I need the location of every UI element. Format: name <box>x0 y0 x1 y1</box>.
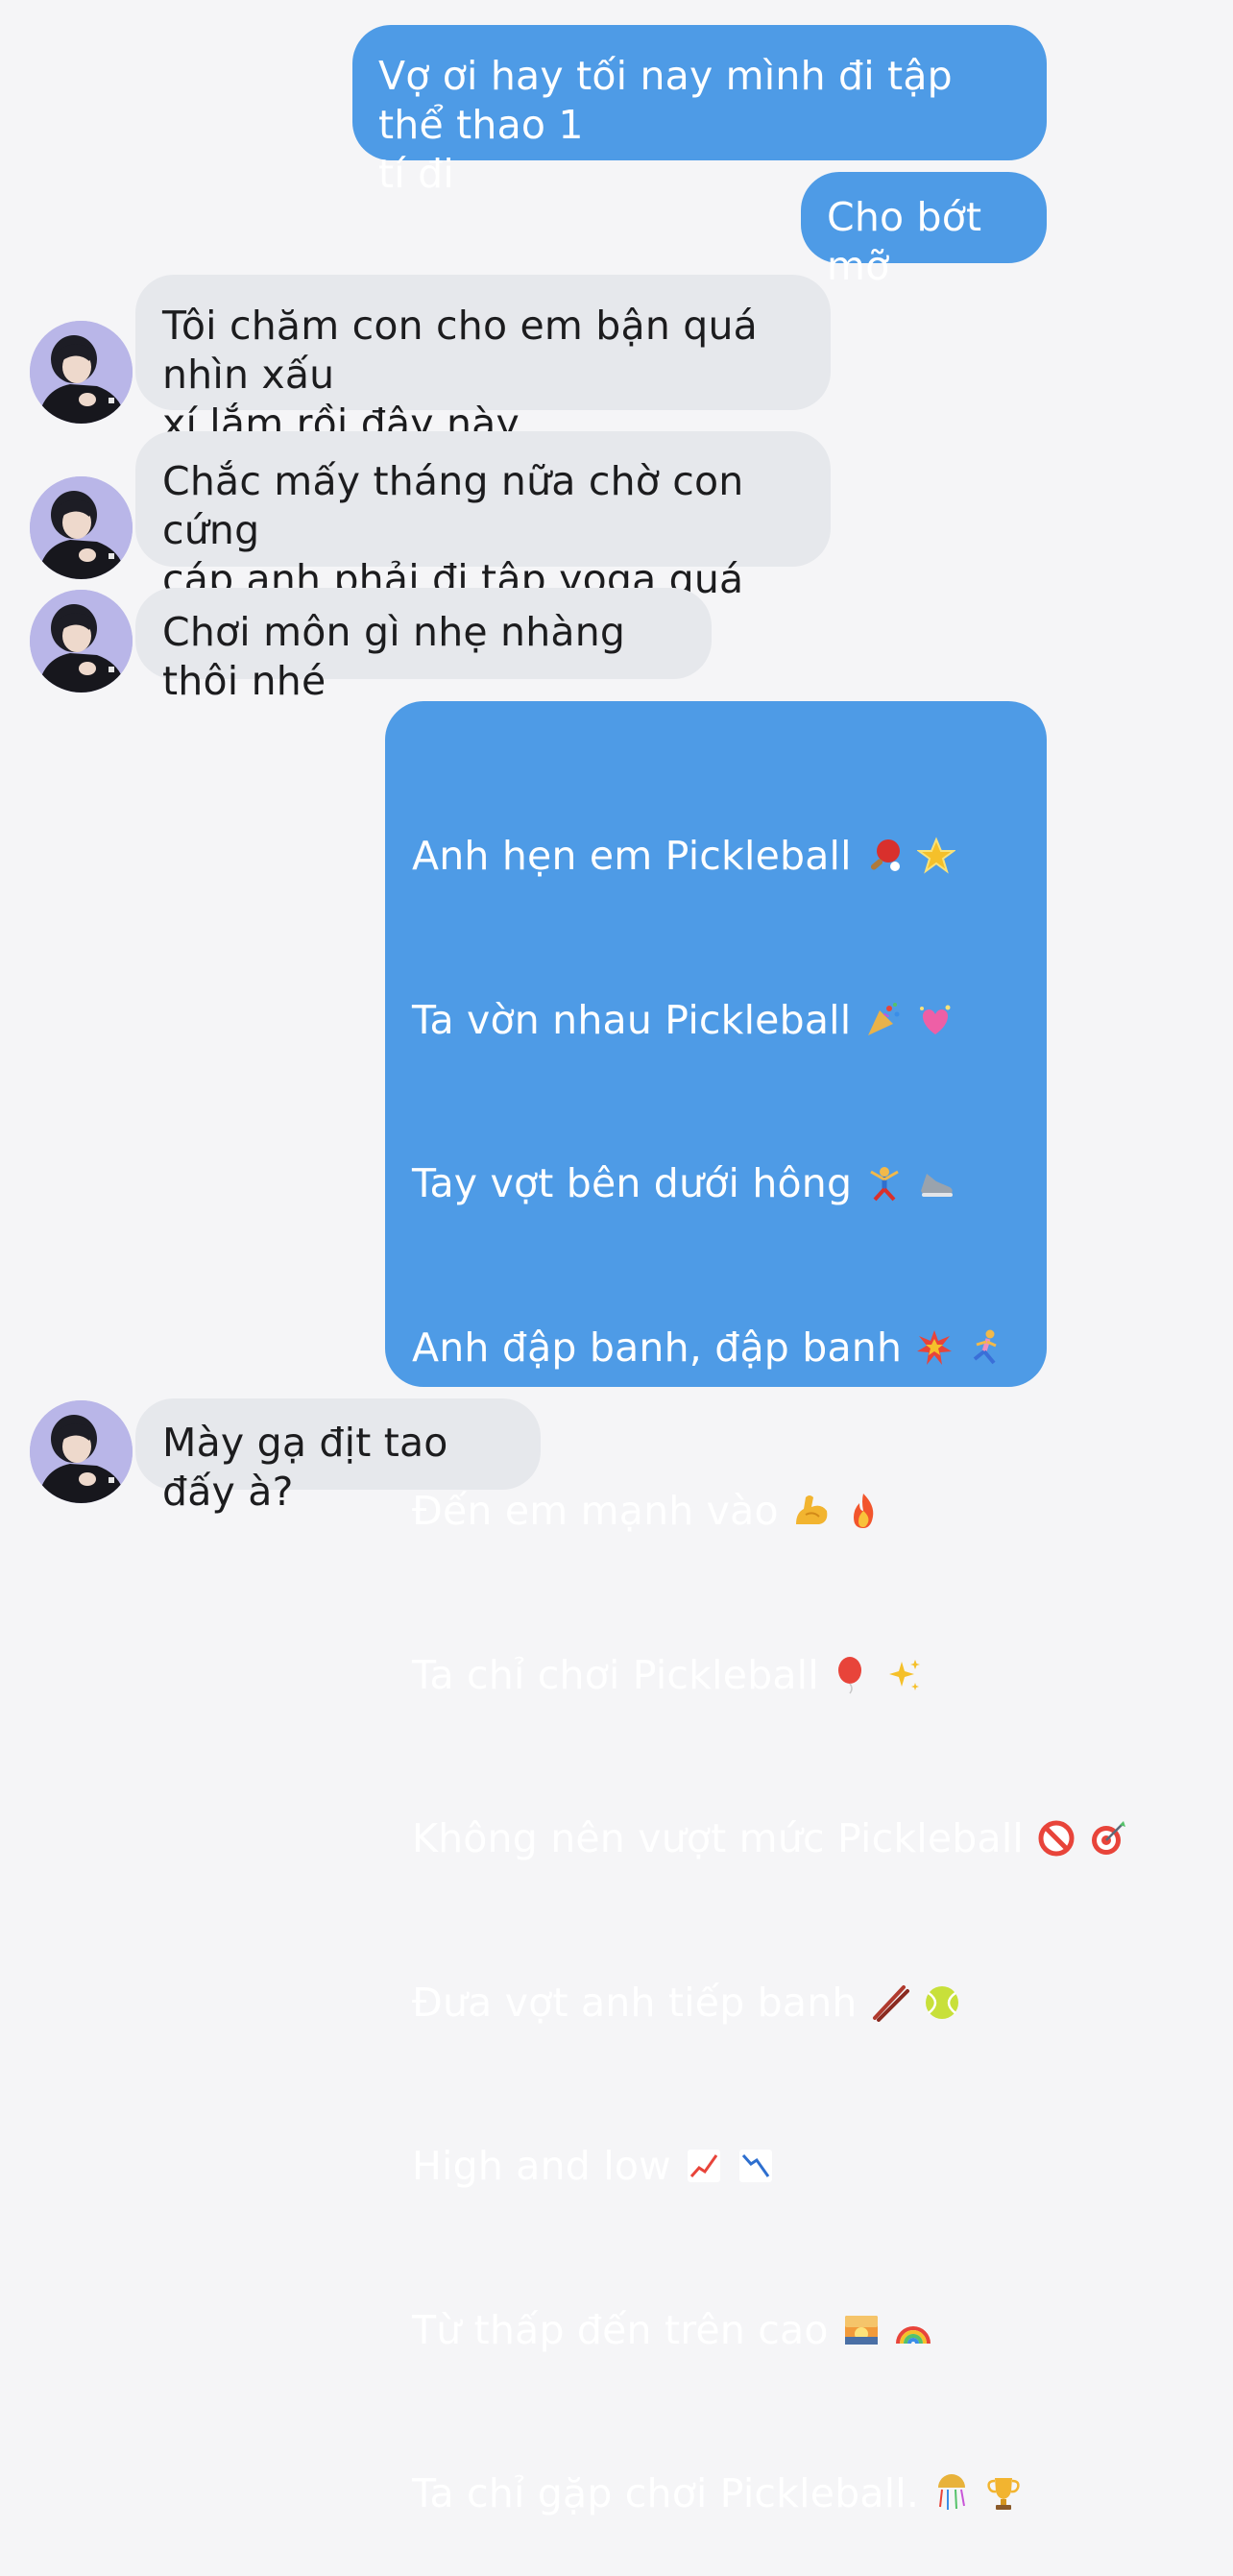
rainbow-icon <box>894 2311 932 2349</box>
sparkles-icon <box>884 1656 923 1694</box>
avatar[interactable] <box>30 476 133 579</box>
song-line-text: High and low <box>412 2143 671 2189</box>
song-line-text: Tay vợt bên dưới hông <box>412 1160 853 1206</box>
avatar[interactable] <box>30 1400 133 1503</box>
song-line-text: Anh hẹn em Pickleball <box>412 833 852 879</box>
person-running-icon <box>967 1328 1005 1367</box>
running-shoe-icon <box>917 1164 955 1203</box>
song-line-text: Anh đập banh, đập banh <box>412 1324 903 1371</box>
trophy-icon <box>984 2474 1023 2513</box>
confetti-ball-icon <box>932 2474 971 2513</box>
song-line: Anh hẹn em Pickleball <box>412 823 1028 889</box>
song-line: High and low <box>412 2133 1028 2199</box>
message-bubble-outgoing-song[interactable]: Anh hẹn em Pickleball Ta vờn nhau Pickle… <box>385 701 1126 2516</box>
song-line-text: Từ thấp đến trên cao <box>412 2306 829 2353</box>
message-bubble-outgoing[interactable]: Vợ ơi hay tối nay mình đi tập thể thao 1… <box>352 25 1047 197</box>
song-line: Anh đập banh, đập banh <box>412 1315 1028 1381</box>
song-line-text: Ta chỉ gặp chơi Pickleball. <box>412 2470 920 2516</box>
song-line-text: Ta vờn nhau Pickleball <box>412 996 852 1043</box>
song-line-text: Đưa vợt anh tiếp banh <box>412 1979 858 2026</box>
avatar[interactable] <box>30 590 133 693</box>
message-bubble-incoming[interactable]: Mày gạ địt tao đấy à? <box>135 1398 541 1515</box>
tennis-ball-icon <box>923 1983 961 2022</box>
song-line: Từ thấp đến trên cao <box>412 2297 1028 2364</box>
song-line: Ta chỉ gặp chơi Pickleball. <box>412 2461 1028 2527</box>
chart-decreasing-icon <box>737 2147 775 2185</box>
chopsticks-icon <box>871 1983 909 2022</box>
sparkling-heart-icon <box>916 1001 955 1039</box>
no-entry-sign-icon <box>1037 1819 1076 1858</box>
song-line: Tay vợt bên dưới hông <box>412 1151 1028 1217</box>
message-bubble-incoming[interactable]: Chắc mấy tháng nữa chờ con cứng cáp anh … <box>135 431 831 602</box>
song-line-text: Không nên vượt mức Pickleball <box>412 1815 1025 1861</box>
song-line-text: Ta chỉ chơi Pickleball <box>412 1651 819 1698</box>
person-cartwheeling-icon <box>865 1164 904 1203</box>
direct-hit-icon <box>1089 1819 1127 1858</box>
song-line: Đưa vợt anh tiếp banh <box>412 1970 1028 2036</box>
message-bubble-incoming[interactable]: Tôi chăm con cho em bận quá nhìn xấu xí … <box>135 275 831 447</box>
flexed-biceps-icon <box>792 1492 831 1530</box>
avatar[interactable] <box>30 321 133 424</box>
collision-icon <box>915 1328 954 1367</box>
fire-icon <box>844 1492 882 1530</box>
sunrise-icon <box>842 2311 881 2349</box>
ping-pong-paddle-icon <box>865 837 904 875</box>
song-line-text: Đến em mạnh vào <box>412 1488 779 1534</box>
song-line: Ta vờn nhau Pickleball <box>412 987 1028 1054</box>
message-bubble-outgoing[interactable]: Cho bớt mỡ <box>801 172 1047 289</box>
balloon-icon <box>833 1656 871 1694</box>
glowing-star-icon <box>916 837 955 875</box>
song-line: Ta chỉ chơi Pickleball <box>412 1642 1028 1709</box>
chat-thread: Vợ ơi hay tối nay mình đi tập thể thao 1… <box>0 0 1233 2516</box>
message-bubble-incoming[interactable]: Chơi môn gì nhẹ nhàng thôi nhé <box>135 588 712 704</box>
song-line: Không nên vượt mức Pickleball <box>412 1806 1126 1872</box>
chart-increasing-icon <box>685 2147 723 2185</box>
party-popper-icon <box>864 1001 903 1039</box>
